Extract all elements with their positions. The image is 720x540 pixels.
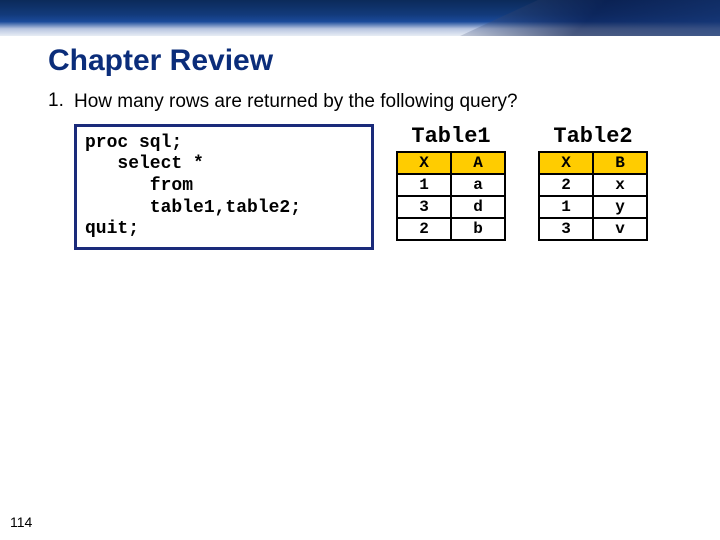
page-number: 114 <box>10 514 32 530</box>
table-row: 2 x <box>539 174 647 196</box>
table2-h1: B <box>593 152 647 174</box>
table1-r2c1: b <box>451 218 505 240</box>
content-row: proc sql; select * from table1,table2; q… <box>74 124 672 250</box>
table2-title: Table2 <box>538 124 648 149</box>
code-box: proc sql; select * from table1,table2; q… <box>74 124 374 250</box>
question-text: How many rows are returned by the follow… <box>74 90 672 114</box>
table1-h1: A <box>451 152 505 174</box>
table2-r2c0: 3 <box>539 218 593 240</box>
table2-r0c0: 2 <box>539 174 593 196</box>
table1-r2c0: 2 <box>397 218 451 240</box>
table2-wrap: Table2 X B 2 x 1 y 3 <box>538 124 648 241</box>
slide-heading: Chapter Review <box>48 44 720 78</box>
code-text: proc sql; select * from table1,table2; q… <box>85 133 361 241</box>
table2-r2c1: v <box>593 218 647 240</box>
table1-wrap: Table1 X A 1 a 3 d 2 <box>396 124 506 241</box>
table2-r1c0: 1 <box>539 196 593 218</box>
table1-h0: X <box>397 152 451 174</box>
question-number: 1. <box>48 90 74 114</box>
table1-r1c0: 3 <box>397 196 451 218</box>
table1-r0c1: a <box>451 174 505 196</box>
table-row: 2 b <box>397 218 505 240</box>
table-row: 3 v <box>539 218 647 240</box>
table1-title: Table1 <box>396 124 506 149</box>
table-header-row: X A <box>397 152 505 174</box>
table2-r1c1: y <box>593 196 647 218</box>
tables-wrap: Table1 X A 1 a 3 d 2 <box>396 124 648 241</box>
question: 1. How many rows are returned by the fol… <box>48 90 672 114</box>
slide-content: 1. How many rows are returned by the fol… <box>48 90 672 250</box>
table1-r1c1: d <box>451 196 505 218</box>
table1-r0c0: 1 <box>397 174 451 196</box>
table-header-row: X B <box>539 152 647 174</box>
table2-r0c1: x <box>593 174 647 196</box>
table-row: 1 y <box>539 196 647 218</box>
slide-top-banner <box>0 0 720 36</box>
table1: X A 1 a 3 d 2 b <box>396 151 506 241</box>
table2: X B 2 x 1 y 3 v <box>538 151 648 241</box>
table-row: 3 d <box>397 196 505 218</box>
table-row: 1 a <box>397 174 505 196</box>
table2-h0: X <box>539 152 593 174</box>
